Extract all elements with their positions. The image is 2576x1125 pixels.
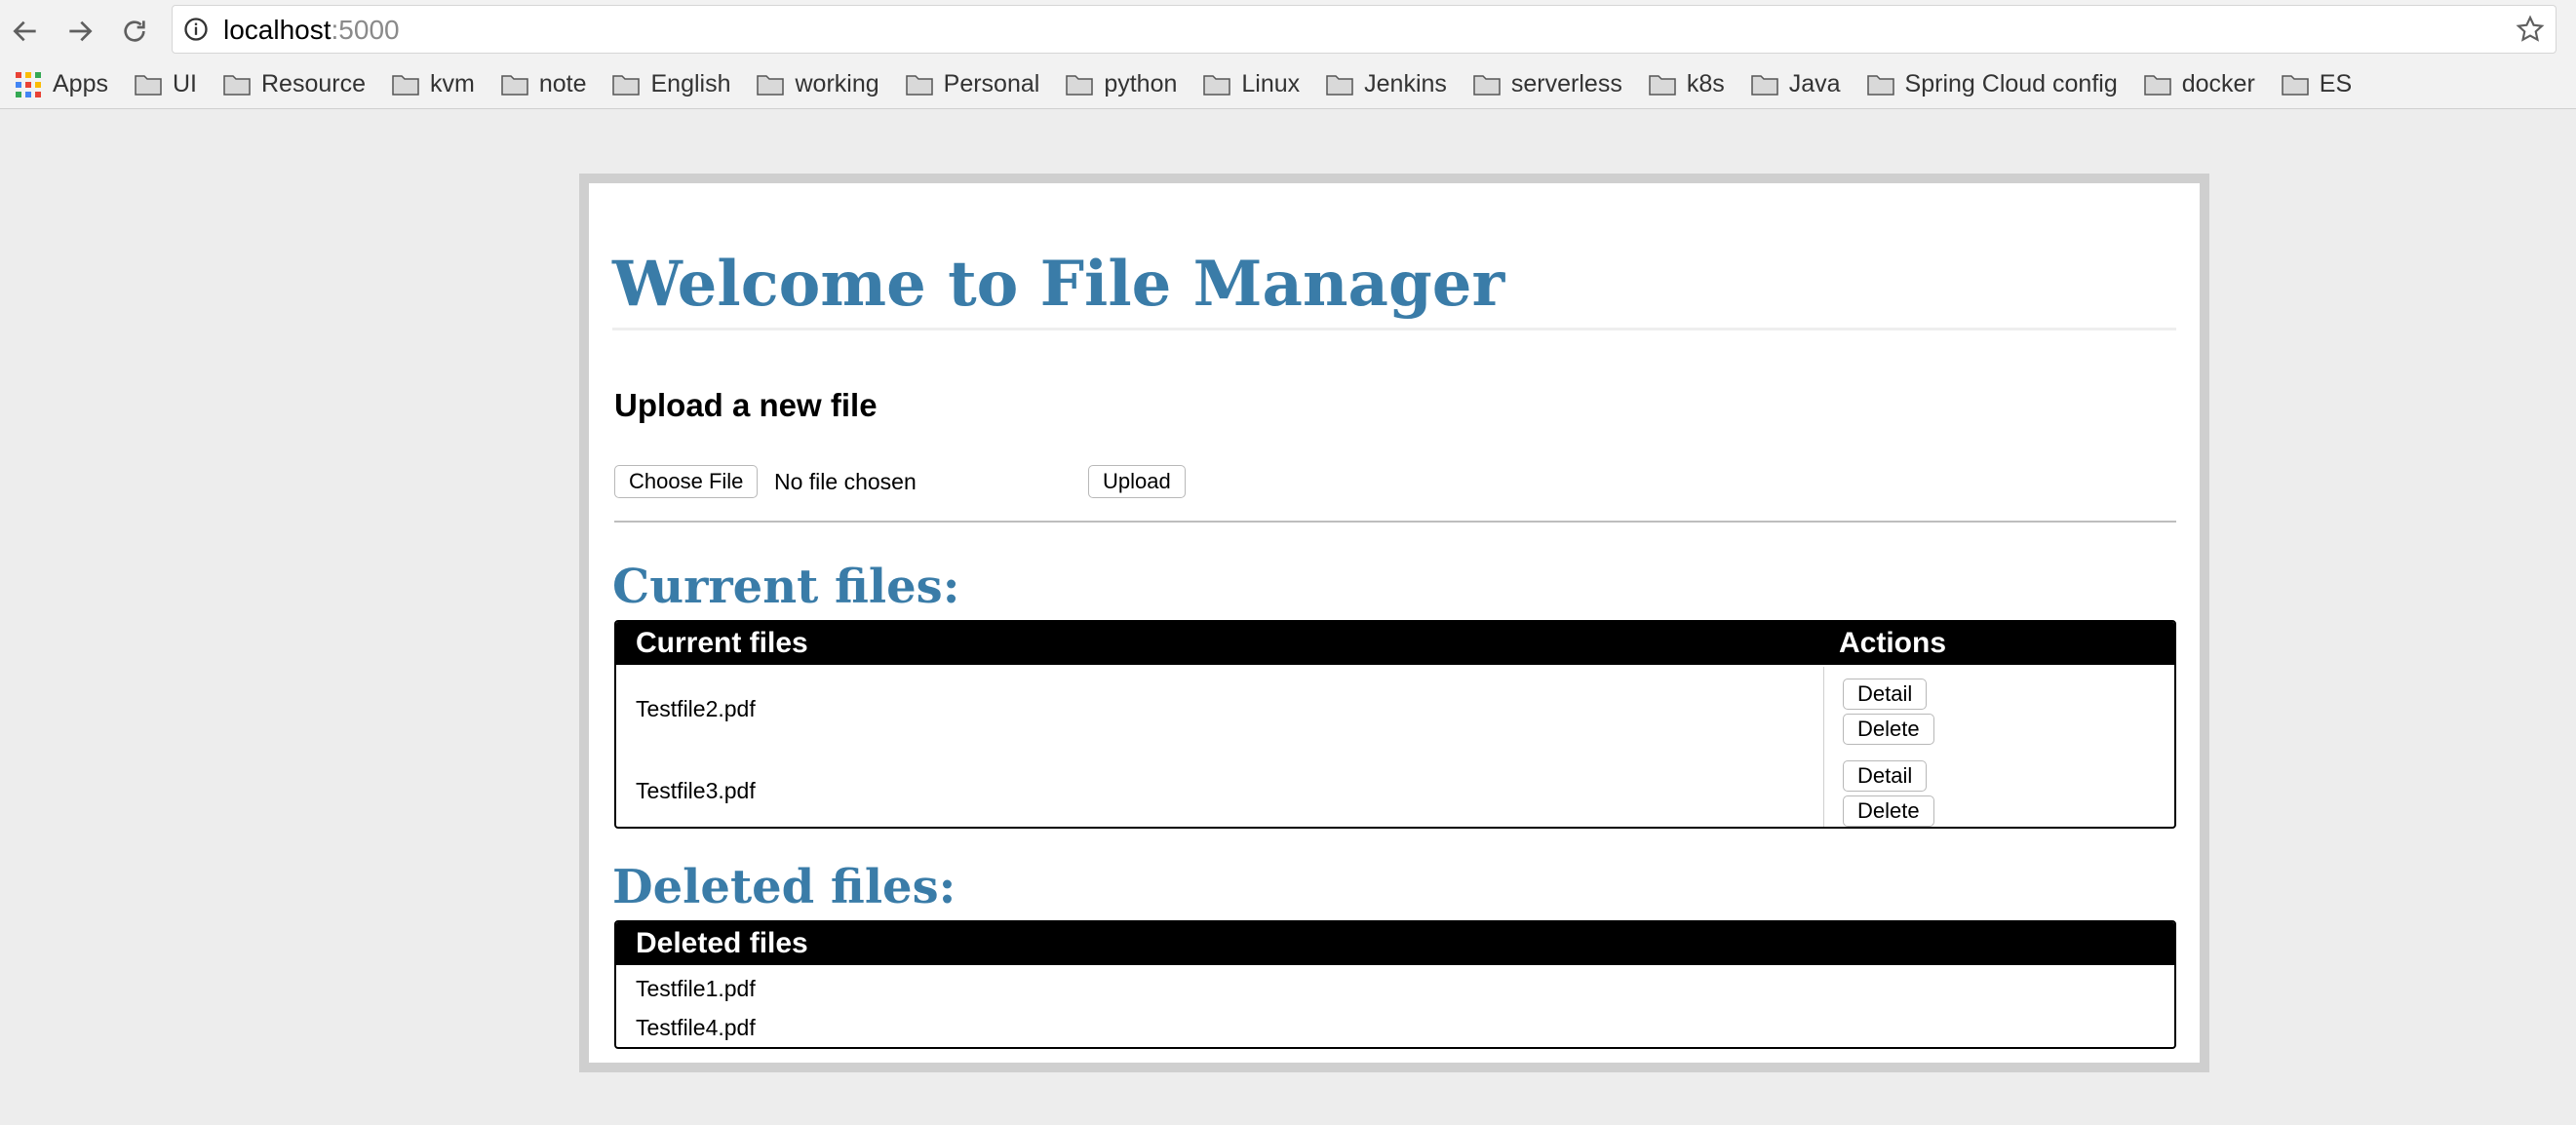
bookmark-label: ES [2319, 70, 2353, 97]
folder-icon [1866, 74, 1894, 96]
bookmark-star-icon[interactable] [2515, 14, 2546, 45]
page-title: Welcome to File Manager [612, 246, 2176, 330]
bookmark-folder-working[interactable]: working [756, 70, 879, 98]
deleted-files-heading: Deleted files: [612, 860, 956, 914]
bookmark-label: kvm [429, 70, 475, 97]
file-name: Testfile3.pdf [636, 778, 756, 803]
bookmark-label: Spring Cloud config [1904, 70, 2118, 97]
column-header-current-files: Current files [636, 627, 808, 659]
back-arrow-icon [13, 20, 36, 42]
folder-icon [501, 74, 528, 96]
folder-icon [1066, 74, 1094, 96]
folder-icon [1203, 74, 1231, 96]
url-host: localhost [223, 15, 332, 45]
folder-icon [135, 74, 162, 96]
folder-icon [612, 74, 641, 96]
bookmark-folder-k8s[interactable]: k8s [1648, 70, 1725, 98]
folder-icon [1326, 74, 1353, 96]
folder-icon [757, 74, 785, 96]
bookmark-label: k8s [1686, 70, 1725, 97]
deleted-files-table: Deleted files Testfile1.pdf Testfile4.pd… [614, 920, 2176, 1049]
bookmark-label: Jenkins [1364, 70, 1447, 97]
choose-file-button[interactable]: Choose File [614, 465, 759, 498]
upload-button[interactable]: Upload [1088, 465, 1186, 498]
bookmark-label: working [795, 70, 879, 97]
bookmark-label: Linux [1241, 70, 1301, 97]
bookmark-apps[interactable]: Apps [16, 70, 108, 98]
divider [614, 521, 2176, 523]
page-frame: Welcome to File Manager Upload a new fil… [579, 174, 2209, 1072]
table-row: Testfile2.pdf Detail Delete [616, 667, 2174, 749]
browser-toolbar: localhost:5000 [0, 0, 2576, 60]
bookmark-folder-personal[interactable]: Personal [905, 70, 1040, 98]
bookmark-label: UI [172, 70, 197, 97]
column-header-actions: Actions [1839, 627, 1947, 659]
deleted-file-name: Testfile1.pdf [636, 976, 756, 1001]
current-files-table: Current files Actions Testfile2.pdf Deta… [614, 620, 2176, 829]
column-header-deleted-files: Deleted files [636, 927, 808, 959]
bookmark-label: docker [2181, 70, 2255, 97]
back-button[interactable] [6, 12, 45, 51]
bookmark-label: python [1104, 70, 1178, 97]
bookmark-folder-ui[interactable]: UI [134, 70, 197, 98]
info-icon[interactable] [182, 16, 210, 43]
reload-button[interactable] [115, 12, 154, 51]
folder-icon [2282, 74, 2309, 96]
deleted-file-name: Testfile4.pdf [636, 1015, 756, 1040]
folder-icon [2144, 74, 2171, 96]
folder-icon [905, 74, 933, 96]
apps-grid-icon [16, 71, 41, 97]
delete-button[interactable]: Delete [1843, 714, 1934, 745]
folder-icon [1750, 74, 1778, 96]
bookmarks-bar: Apps UI Resource kvm note English workin… [0, 60, 2576, 109]
no-file-chosen-text: No file chosen [774, 469, 917, 494]
bookmark-folder-kvm[interactable]: kvm [391, 70, 475, 98]
bookmark-label: Java [1788, 70, 1841, 97]
bookmark-folder-docker[interactable]: docker [2143, 70, 2255, 98]
detail-button[interactable]: Detail [1843, 760, 1928, 792]
forward-button[interactable] [60, 12, 99, 51]
bookmark-label: Apps [53, 70, 108, 97]
current-files-table-header: Current files Actions [616, 622, 2174, 665]
folder-icon [223, 74, 251, 96]
url-port: :5000 [331, 15, 400, 45]
table-row: Testfile3.pdf Detail Delete [616, 749, 2174, 827]
reload-icon [124, 20, 145, 42]
bookmark-folder-python[interactable]: python [1065, 70, 1177, 98]
upload-heading: Upload a new file [614, 387, 878, 423]
bookmark-label: English [650, 70, 731, 97]
bookmark-folder-note[interactable]: note [500, 70, 587, 98]
bookmark-label: note [538, 70, 587, 97]
file-name: Testfile2.pdf [636, 696, 756, 721]
detail-button[interactable]: Detail [1843, 679, 1928, 710]
bookmark-folder-resource[interactable]: Resource [222, 70, 366, 98]
bookmark-label: Resource [260, 70, 366, 97]
bookmark-folder-es[interactable]: ES [2281, 70, 2352, 98]
bookmark-folder-serverless[interactable]: serverless [1472, 70, 1622, 98]
bookmark-label: serverless [1510, 70, 1622, 97]
bookmark-folder-spring-cloud-config[interactable]: Spring Cloud config [1866, 70, 2118, 98]
folder-icon [1649, 74, 1676, 96]
current-files-heading: Current files: [612, 560, 960, 614]
folder-icon [392, 74, 419, 96]
bookmark-label: Personal [943, 70, 1040, 97]
bookmark-folder-jenkins[interactable]: Jenkins [1325, 70, 1447, 98]
url-text[interactable]: localhost:5000 [223, 14, 400, 47]
bookmark-folder-java[interactable]: Java [1750, 70, 1841, 98]
folder-icon [1473, 74, 1501, 96]
bookmark-folder-english[interactable]: English [611, 70, 730, 98]
delete-button[interactable]: Delete [1843, 795, 1934, 827]
deleted-files-table-header: Deleted files [616, 922, 2174, 965]
forward-arrow-icon [69, 20, 93, 42]
bookmark-folder-linux[interactable]: Linux [1202, 70, 1300, 98]
address-bar[interactable]: localhost:5000 [172, 5, 2556, 54]
